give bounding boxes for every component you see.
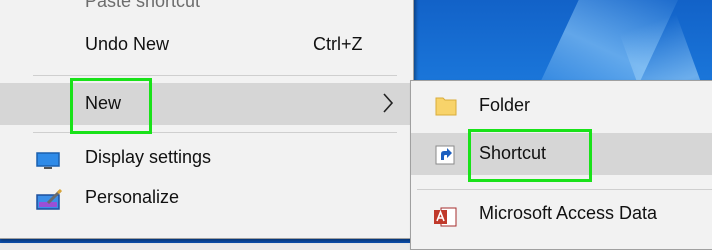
- desktop-context-menu: Paste shortcut Undo New Ctrl+Z New Displ…: [0, 0, 414, 239]
- menu-item-label: Display settings: [85, 147, 212, 167]
- menu-item-undo-new[interactable]: Undo New Ctrl+Z: [0, 25, 413, 65]
- menu-item-personalize[interactable]: Personalize: [0, 182, 413, 222]
- menu-item-label: Undo New: [85, 34, 170, 54]
- shortcut-highlight-box: [468, 129, 592, 182]
- personalize-icon: [36, 189, 62, 210]
- folder-icon: [435, 97, 457, 116]
- new-highlight-box: [70, 78, 152, 134]
- shortcut-key-label: Ctrl+Z: [313, 34, 363, 54]
- access-icon: [434, 207, 457, 227]
- menu-separator: [33, 75, 397, 76]
- submenu-item-access-database[interactable]: Microsoft Access Data: [411, 193, 712, 235]
- menu-item-label: Paste shortcut: [85, 0, 201, 11]
- shortcut-icon: [435, 145, 455, 165]
- submenu-item-folder[interactable]: Folder: [411, 85, 712, 125]
- submenu-item-label: Folder: [479, 95, 531, 115]
- submenu-item-label: Microsoft Access Data: [479, 203, 658, 223]
- menu-item-label: Personalize: [85, 187, 180, 207]
- display-icon: [36, 152, 60, 169]
- menu-separator: [417, 189, 712, 190]
- chevron-right-icon: [383, 93, 394, 113]
- menu-item-new[interactable]: New: [0, 83, 413, 125]
- menu-item-display-settings[interactable]: Display settings: [0, 140, 413, 180]
